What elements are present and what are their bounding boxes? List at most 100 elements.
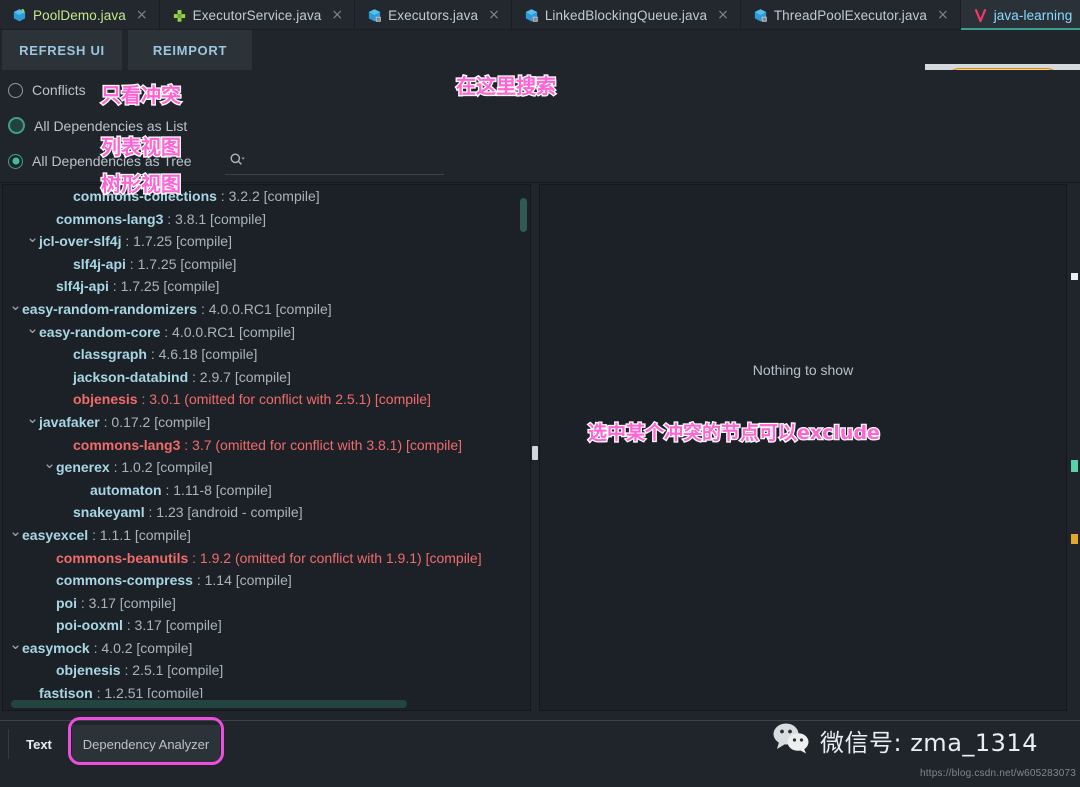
wechat-watermark: 微信号: zma_1314 — [772, 722, 1038, 759]
editor-tab-bar: PoolDemo.java × ExecutorService.java × Execu… — [0, 0, 1080, 30]
tree-row-version: : 1.2.51 [compile] — [92, 685, 204, 698]
tree-row-artifact: slf4j-api — [73, 255, 126, 272]
editor-tab-label: LinkedBlockingQueue.java — [544, 7, 708, 23]
reimport-button[interactable]: REIMPORT — [128, 30, 252, 70]
java-class-icon — [12, 8, 27, 23]
tree-row-version: : 3.8.1 [compile] — [163, 210, 267, 227]
tree-row[interactable]: ⌄generex : 1.0.2 [compile] — [3, 453, 516, 479]
tree-row[interactable]: objenesis : 2.5.1 [compile] — [3, 659, 516, 682]
panel-splitter[interactable] — [531, 184, 539, 711]
tree-row[interactable]: ⌄javafaker : 0.17.2 [compile] — [3, 408, 516, 434]
bottom-tabs-divider — [8, 729, 9, 759]
editor-tab-label: Executors.java — [388, 7, 479, 23]
radio-conflicts-indicator — [8, 82, 23, 98]
radio-conflicts[interactable]: Conflicts — [8, 82, 86, 98]
tree-row[interactable]: commons-compress : 1.14 [compile] — [3, 569, 516, 592]
tree-vertical-scrollbar[interactable] — [518, 186, 529, 697]
dependency-detail-panel: Nothing to show — [539, 184, 1067, 711]
tree-row[interactable]: ⌄easy-random-randomizers : 4.0.0.RC1 [co… — [3, 295, 516, 321]
editor-tab-linkedblockingqueue-java[interactable]: LinkedBlockingQueue.java × — [512, 0, 741, 30]
chevron-down-icon[interactable]: ⌄ — [9, 521, 22, 544]
editor-tab-threadpoolexecutor-java[interactable]: ThreadPoolExecutor.java × — [741, 0, 961, 30]
tree-row[interactable]: commons-beanutils : 1.9.2 (omitted for c… — [3, 547, 516, 570]
search-input[interactable] — [251, 149, 439, 171]
maven-toolbar: REFRESH UI REIMPORT Donate — [0, 30, 1080, 96]
tree-row-version: : 1.9.2 (omitted for conflict with 1.9.1… — [188, 549, 482, 566]
tree-row-version: : 4.0.2 [compile] — [89, 639, 193, 656]
tree-row[interactable]: objenesis : 3.0.1 (omitted for conflict … — [3, 388, 516, 411]
chevron-down-icon[interactable]: ⌄ — [26, 227, 39, 250]
tree-row[interactable]: jackson-databind : 2.9.7 [compile] — [3, 366, 516, 389]
close-icon[interactable]: × — [331, 8, 343, 22]
search-box[interactable] — [225, 148, 444, 175]
dependency-tree-panel[interactable]: commons-collections : 3.2.2 [compile] co… — [2, 184, 531, 711]
tree-row-artifact: easy-random-core — [39, 323, 161, 340]
tree-row[interactable]: poi-ooxml : 3.17 [compile] — [3, 614, 516, 637]
tree-row[interactable]: commons-lang3 : 3.7 (omitted for conflic… — [3, 434, 516, 457]
chevron-down-icon[interactable]: ⌄ — [9, 634, 22, 657]
chevron-down-icon[interactable]: ⌄ — [43, 453, 56, 476]
tree-row-version: : 1.7.25 [compile] — [125, 255, 237, 272]
tree-row-artifact: easymock — [22, 639, 90, 656]
tree-row-artifact: jcl-over-slf4j — [39, 233, 122, 250]
chevron-down-icon[interactable]: ⌄ — [26, 318, 39, 341]
tree-row[interactable]: automaton : 1.11-8 [compile] — [3, 479, 516, 502]
tree-row[interactable]: classgraph : 4.6.18 [compile] — [3, 343, 516, 366]
radio-all-dependencies-as-tree[interactable]: All Dependencies as Tree — [8, 153, 192, 169]
tree-row-artifact: generex — [56, 459, 110, 476]
error-stripe[interactable] — [1067, 183, 1080, 720]
tree-row-artifact: slf4j-api — [56, 278, 109, 295]
tree-row-version: : 3.2.2 [compile] — [216, 188, 320, 204]
tab-text[interactable]: Text — [15, 725, 63, 763]
radio-all-dependencies-as-list[interactable]: All Dependencies as List — [8, 117, 187, 134]
tree-row-artifact: commons-collections — [73, 188, 217, 204]
tree-row[interactable]: slf4j-api : 1.7.25 [compile] — [3, 275, 516, 298]
error-stripe-mark[interactable] — [1071, 534, 1078, 544]
maven-pom-icon — [973, 8, 988, 23]
tree-row-version: : 1.7.25 [compile] — [108, 278, 220, 295]
editor-tab-java-learning[interactable]: java-learning× — [960, 0, 1080, 30]
close-icon[interactable]: × — [488, 8, 500, 22]
editor-tab-executorservice-java[interactable]: ExecutorService.java × — [160, 0, 356, 30]
tree-row[interactable]: snakeyaml : 1.23 [android - compile] — [3, 501, 516, 524]
tree-horizontal-scrollbar-thumb[interactable] — [11, 700, 407, 708]
editor-tab-executors-java[interactable]: Executors.java × — [355, 0, 512, 30]
panel-splitter-grip[interactable] — [532, 446, 538, 460]
tree-row[interactable]: commons-collections : 3.2.2 [compile] — [3, 185, 516, 208]
tree-row[interactable]: slf4j-api : 1.7.25 [compile] — [3, 253, 516, 276]
tree-row[interactable]: ⌄jcl-over-slf4j : 1.7.25 [compile] — [3, 227, 516, 253]
tree-row[interactable]: ⌄easyexcel : 1.1.1 [compile] — [3, 521, 516, 547]
tree-row[interactable]: ⌄easymock : 4.0.2 [compile] — [3, 634, 516, 660]
close-icon[interactable]: × — [717, 8, 729, 22]
error-stripe-mark[interactable] — [1071, 273, 1078, 280]
tree-row-version: : 3.7 (omitted for conflict with 3.8.1) … — [180, 436, 463, 453]
tree-vertical-scrollbar-thumb[interactable] — [520, 198, 527, 232]
close-icon[interactable]: × — [136, 8, 148, 22]
tree-row[interactable]: ⌄easy-random-core : 4.0.0.RC1 [compile] — [3, 318, 516, 344]
tree-row[interactable]: poi : 3.17 [compile] — [3, 592, 516, 615]
tab-dependency-analyzer[interactable]: Dependency Analyzer — [72, 725, 220, 763]
dependency-tree[interactable]: commons-collections : 3.2.2 [compile] co… — [3, 185, 516, 698]
tree-row-version: : 4.6.18 [compile] — [146, 346, 258, 363]
radio-tree-indicator — [8, 153, 23, 169]
tree-row[interactable]: commons-lang3 : 3.8.1 [compile] — [3, 208, 516, 231]
chevron-down-icon[interactable]: ⌄ — [26, 408, 39, 431]
tree-row-version: : 2.5.1 [compile] — [120, 662, 224, 679]
refresh-ui-button[interactable]: REFRESH UI — [2, 30, 122, 70]
tree-row[interactable]: fastjson : 1.2.51 [compile] — [3, 682, 516, 698]
tree-row-version: : 0.17.2 [compile] — [99, 413, 211, 430]
tree-row-artifact: snakeyaml — [73, 504, 145, 521]
error-stripe-mark[interactable] — [1071, 460, 1078, 472]
editor-tab-pooldemo-java[interactable]: PoolDemo.java × — [0, 0, 160, 30]
radio-conflicts-label: Conflicts — [32, 82, 86, 98]
close-icon[interactable]: × — [937, 8, 949, 22]
tree-row-artifact: objenesis — [73, 391, 138, 408]
tree-row-artifact: automaton — [90, 481, 162, 498]
tree-horizontal-scrollbar[interactable] — [4, 698, 515, 709]
chevron-down-icon[interactable]: ⌄ — [9, 295, 22, 318]
